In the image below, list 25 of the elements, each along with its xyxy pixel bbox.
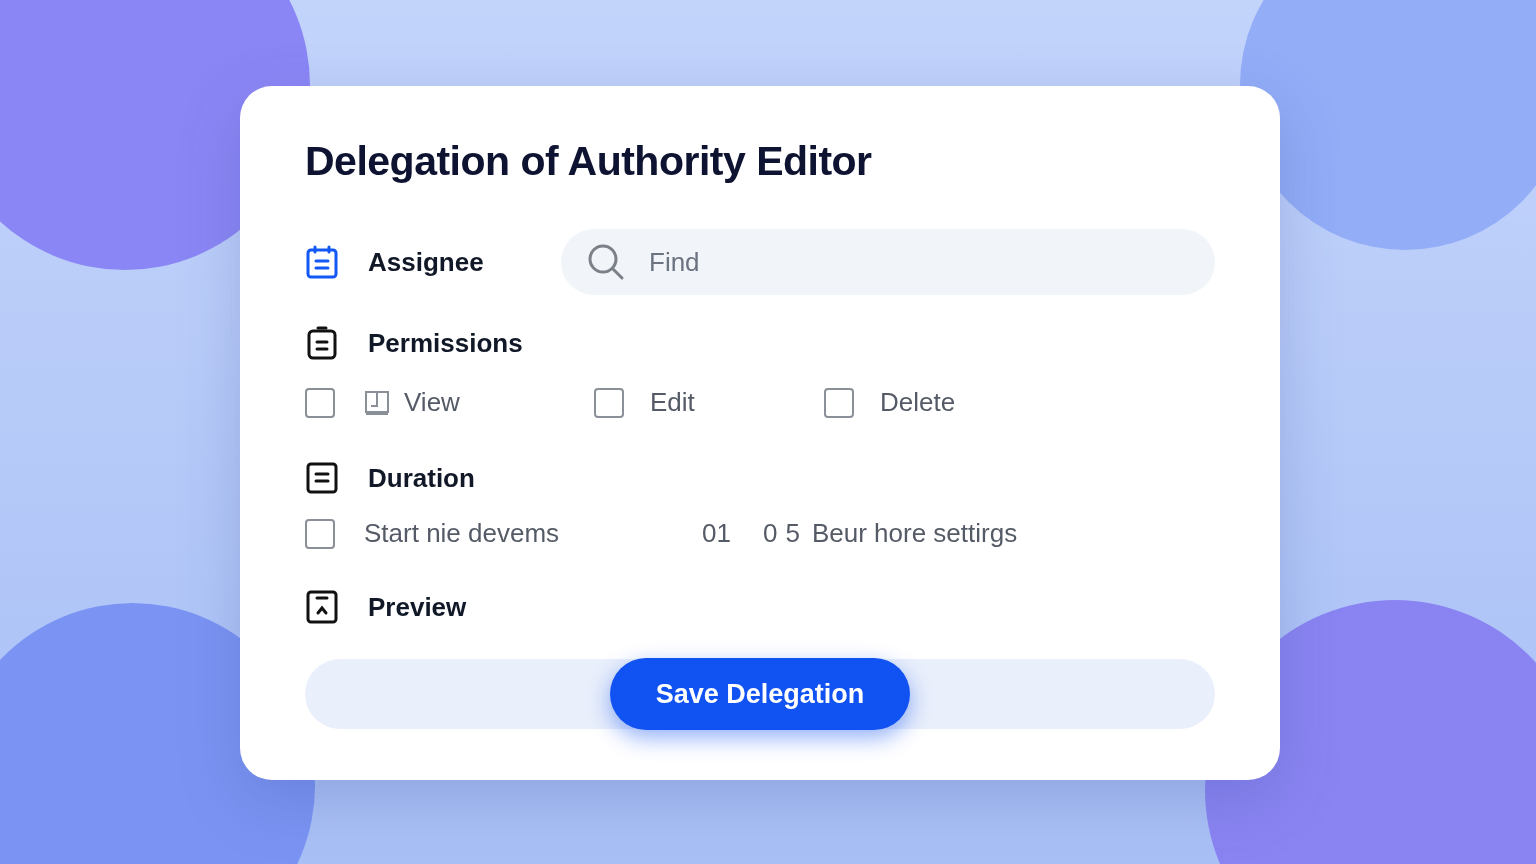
permissions-label: Permissions <box>368 327 523 359</box>
clipboard-icon <box>305 325 339 361</box>
settings-text: Beur hore settirgs <box>811 518 1018 549</box>
permission-label: Delete <box>880 387 956 418</box>
save-button[interactable]: Save Delegation <box>609 658 911 730</box>
upload-icon <box>305 589 339 625</box>
permission-label: Edit <box>650 387 695 418</box>
permission-label: View <box>404 387 460 418</box>
checkbox[interactable] <box>824 387 854 418</box>
clipboard-icon <box>305 244 339 280</box>
duration-value: 0 <box>763 518 778 549</box>
search-field[interactable]: Find <box>561 229 1215 295</box>
checkbox[interactable] <box>594 387 624 418</box>
square-icon <box>364 389 390 416</box>
assignee-label: Assignee <box>368 246 484 278</box>
checkbox[interactable] <box>305 387 335 418</box>
duration-value: 01 <box>702 518 731 549</box>
search-icon <box>587 243 625 281</box>
editor-title: Delegation of Authority Editor <box>305 138 873 185</box>
duration-label: Duration <box>368 462 475 494</box>
document-icon <box>305 460 339 496</box>
start-label: Start nie devems <box>364 518 560 549</box>
checkbox[interactable] <box>305 518 335 549</box>
preview-label: Preview <box>368 591 467 623</box>
duration-value: 5 <box>785 518 800 549</box>
